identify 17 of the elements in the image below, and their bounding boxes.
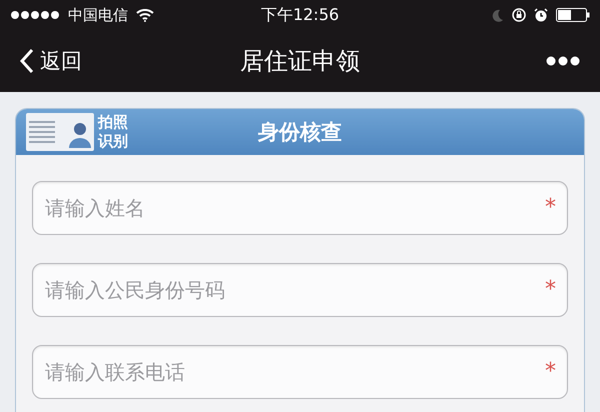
battery-icon: [556, 8, 590, 22]
required-mark: *: [545, 197, 556, 219]
required-mark: *: [545, 279, 556, 301]
moon-icon: [492, 8, 504, 22]
page-title: 居住证申领: [240, 46, 360, 77]
rotation-lock-icon: [512, 8, 526, 22]
alarm-icon: [534, 8, 548, 22]
required-mark: *: [545, 361, 556, 383]
card-title: 身份核查: [258, 119, 342, 146]
person-silhouette-icon: [69, 120, 91, 148]
status-time: 下午12:56: [260, 4, 340, 26]
back-button[interactable]: 返回: [20, 47, 82, 75]
more-icon[interactable]: [546, 56, 580, 66]
carrier-name: 中国电信: [68, 6, 128, 24]
wifi-icon: [136, 8, 154, 22]
signal-icon: [10, 10, 60, 20]
back-chevron-icon[interactable]: [20, 48, 34, 74]
